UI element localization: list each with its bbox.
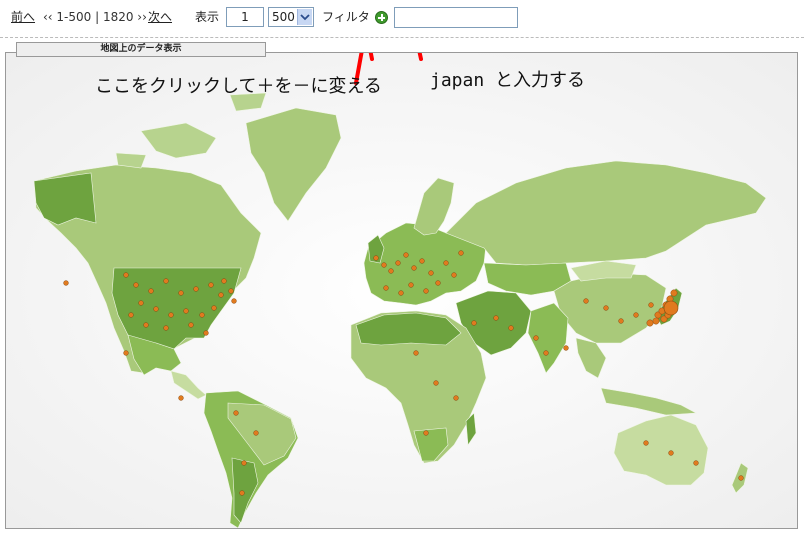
visit-marker[interactable]: [178, 395, 184, 401]
visit-marker[interactable]: [395, 260, 401, 266]
visit-marker[interactable]: [413, 350, 419, 356]
visit-marker[interactable]: [388, 268, 394, 274]
visit-marker[interactable]: [453, 395, 459, 401]
visit-marker[interactable]: [543, 350, 549, 356]
visit-marker-tokyo[interactable]: [663, 300, 679, 316]
visit-marker[interactable]: [373, 255, 379, 261]
chevron-down-icon[interactable]: [297, 9, 312, 25]
visit-marker[interactable]: [471, 320, 477, 326]
world-map[interactable]: [6, 53, 797, 528]
alaska[interactable]: [33, 172, 97, 226]
visit-marker[interactable]: [188, 322, 194, 328]
visit-marker[interactable]: [253, 430, 259, 436]
filter-label: フィルタ: [322, 10, 370, 24]
visit-marker[interactable]: [648, 302, 654, 308]
visit-marker[interactable]: [633, 312, 639, 318]
visit-marker[interactable]: [163, 325, 169, 331]
visit-marker[interactable]: [133, 282, 139, 288]
annotation-note-right: japan と入力する: [430, 70, 586, 91]
visit-marker[interactable]: [168, 312, 174, 318]
visit-marker[interactable]: [423, 288, 429, 294]
start-row-input[interactable]: 1: [226, 7, 264, 27]
visit-marker[interactable]: [63, 280, 69, 286]
visit-marker[interactable]: [163, 278, 169, 284]
pager-range: ‹‹ 1-500 | 1820 ››: [43, 10, 147, 24]
visit-marker[interactable]: [233, 410, 239, 416]
visit-marker[interactable]: [383, 285, 389, 291]
visit-marker[interactable]: [643, 440, 649, 446]
map-tab[interactable]: 地図上のデータ表示: [16, 42, 266, 57]
visit-marker[interactable]: [231, 298, 237, 304]
map-panel: [5, 52, 798, 529]
visit-marker[interactable]: [138, 300, 144, 306]
visit-marker[interactable]: [411, 265, 417, 271]
visit-marker[interactable]: [199, 312, 205, 318]
visit-marker[interactable]: [443, 260, 449, 266]
annotation-note-left: ここをクリックして＋を－に変える: [95, 76, 382, 97]
visit-marker[interactable]: [153, 306, 159, 312]
visit-marker[interactable]: [228, 288, 234, 294]
visit-marker[interactable]: [148, 288, 154, 294]
visit-marker[interactable]: [239, 490, 245, 496]
visit-marker[interactable]: [451, 272, 457, 278]
visit-marker[interactable]: [221, 278, 227, 284]
visit-marker[interactable]: [241, 460, 247, 466]
toolbar: 前へ ‹‹ 1-500 | 1820 ›› 次へ 表示 1 500 フィルタ: [0, 0, 804, 34]
rows-per-page-value: 500: [272, 10, 295, 24]
visit-marker[interactable]: [208, 282, 214, 288]
visit-marker[interactable]: [618, 318, 624, 324]
visit-marker[interactable]: [423, 430, 429, 436]
display-label: 表示: [195, 10, 220, 24]
visit-marker[interactable]: [128, 312, 134, 318]
visit-marker[interactable]: [143, 322, 149, 328]
visit-marker-japan[interactable]: [652, 317, 660, 325]
visit-marker[interactable]: [693, 460, 699, 466]
visit-marker[interactable]: [398, 290, 404, 296]
visit-marker[interactable]: [183, 308, 189, 314]
visit-marker[interactable]: [668, 450, 674, 456]
plus-icon[interactable]: [375, 11, 388, 24]
visit-marker[interactable]: [458, 250, 464, 256]
visit-marker[interactable]: [435, 280, 441, 286]
visit-marker[interactable]: [533, 335, 539, 341]
prev-link[interactable]: 前へ: [11, 10, 35, 24]
visit-marker[interactable]: [583, 298, 589, 304]
visit-marker[interactable]: [408, 282, 414, 288]
rows-per-page-select[interactable]: 500: [268, 7, 314, 27]
visit-marker[interactable]: [603, 305, 609, 311]
visit-marker[interactable]: [428, 270, 434, 276]
visit-marker[interactable]: [419, 258, 425, 264]
visit-marker[interactable]: [508, 325, 514, 331]
visit-marker-japan[interactable]: [646, 319, 654, 327]
visit-marker[interactable]: [403, 252, 409, 258]
visit-marker[interactable]: [218, 292, 224, 298]
next-link[interactable]: 次へ: [148, 10, 172, 24]
visit-marker[interactable]: [493, 315, 499, 321]
filter-input[interactable]: [394, 7, 518, 28]
divider: [0, 37, 804, 38]
visit-marker[interactable]: [738, 475, 744, 481]
visit-marker[interactable]: [178, 290, 184, 296]
visit-marker[interactable]: [381, 262, 387, 268]
visit-marker[interactable]: [203, 330, 209, 336]
visit-marker[interactable]: [211, 305, 217, 311]
visit-marker[interactable]: [433, 380, 439, 386]
visit-marker[interactable]: [563, 345, 569, 351]
visit-marker-japan[interactable]: [670, 289, 678, 297]
visit-marker[interactable]: [193, 286, 199, 292]
visit-marker[interactable]: [123, 272, 129, 278]
visit-marker[interactable]: [123, 350, 129, 356]
